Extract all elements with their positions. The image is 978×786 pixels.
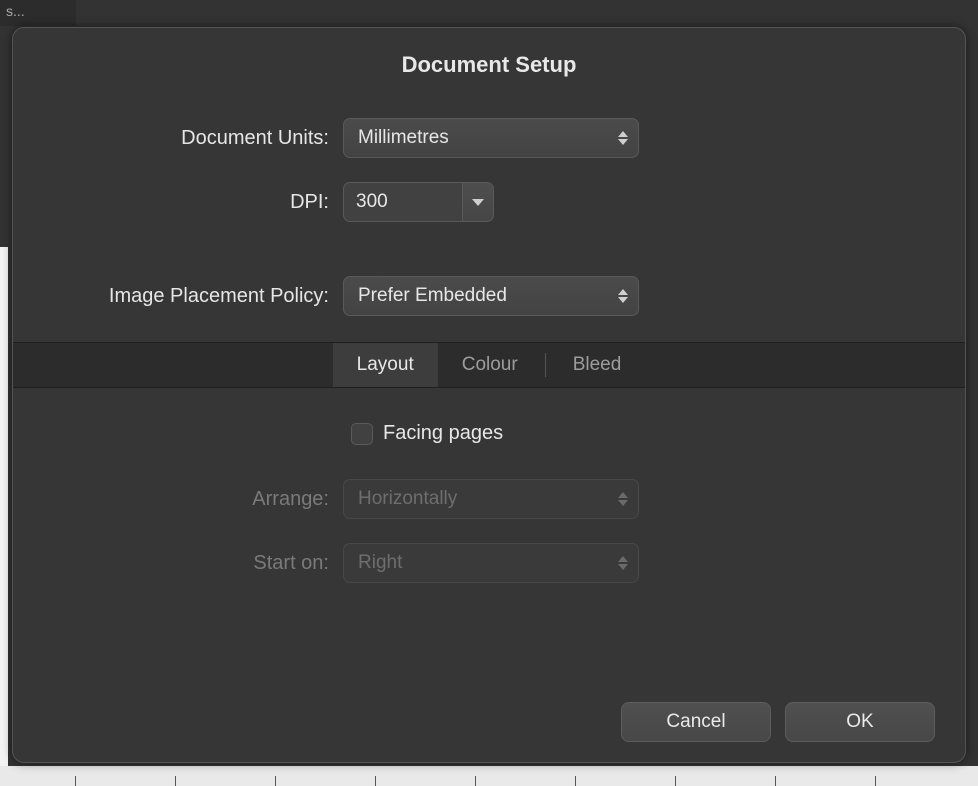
chevron-down-icon <box>472 199 484 206</box>
image-placement-select[interactable]: Prefer Embedded <box>343 276 639 316</box>
arrange-row: Arrange: Horizontally <box>13 479 965 519</box>
arrange-label: Arrange: <box>13 488 343 511</box>
arrange-select[interactable]: Horizontally <box>343 479 639 519</box>
image-placement-label: Image Placement Policy: <box>13 285 343 308</box>
updown-icon <box>618 556 628 570</box>
facing-pages-checkbox[interactable] <box>351 423 373 445</box>
background-ruler <box>0 766 978 786</box>
start-on-label: Start on: <box>13 552 343 575</box>
dpi-row: DPI: <box>13 182 965 222</box>
facing-pages-row: Facing pages <box>13 422 965 445</box>
document-units-row: Document Units: Millimetres <box>13 118 965 158</box>
tab-bleed-label: Bleed <box>573 354 622 376</box>
dialog-footer: Cancel OK <box>621 702 935 742</box>
background-canvas-edge <box>0 247 8 786</box>
ok-button[interactable]: OK <box>785 702 935 742</box>
background-tab-text: s... <box>6 3 25 19</box>
document-units-label: Document Units: <box>13 127 343 150</box>
dpi-input[interactable] <box>343 182 462 222</box>
general-settings-area: Document Units: Millimetres DPI: Image P… <box>13 88 965 342</box>
tab-colour-label: Colour <box>462 354 518 376</box>
tab-separator <box>545 353 546 377</box>
updown-icon <box>618 492 628 506</box>
dpi-dropdown-button[interactable] <box>462 182 494 222</box>
start-on-row: Start on: Right <box>13 543 965 583</box>
updown-icon <box>618 289 628 303</box>
document-units-value: Millimetres <box>358 127 449 149</box>
tab-colour[interactable]: Colour <box>438 343 542 387</box>
image-placement-value: Prefer Embedded <box>358 285 507 307</box>
tab-layout-label: Layout <box>357 354 414 376</box>
tab-bleed[interactable]: Bleed <box>549 343 646 387</box>
arrange-value: Horizontally <box>358 488 457 510</box>
layout-tab-content: Facing pages Arrange: Horizontally Start… <box>13 388 965 627</box>
cancel-button[interactable]: Cancel <box>621 702 771 742</box>
facing-pages-label: Facing pages <box>383 422 503 445</box>
background-tab: s... <box>0 0 76 26</box>
dialog-title: Document Setup <box>13 28 965 88</box>
ok-button-label: OK <box>846 711 873 733</box>
updown-icon <box>618 131 628 145</box>
document-setup-dialog: Document Setup Document Units: Millimetr… <box>12 27 966 763</box>
dpi-label: DPI: <box>13 191 343 214</box>
image-placement-row: Image Placement Policy: Prefer Embedded <box>13 276 965 316</box>
dpi-combo <box>343 182 494 222</box>
start-on-value: Right <box>358 552 402 574</box>
tab-layout[interactable]: Layout <box>333 343 438 387</box>
tabs-bar: Layout Colour Bleed <box>13 342 965 388</box>
cancel-button-label: Cancel <box>666 711 725 733</box>
document-units-select[interactable]: Millimetres <box>343 118 639 158</box>
start-on-select[interactable]: Right <box>343 543 639 583</box>
